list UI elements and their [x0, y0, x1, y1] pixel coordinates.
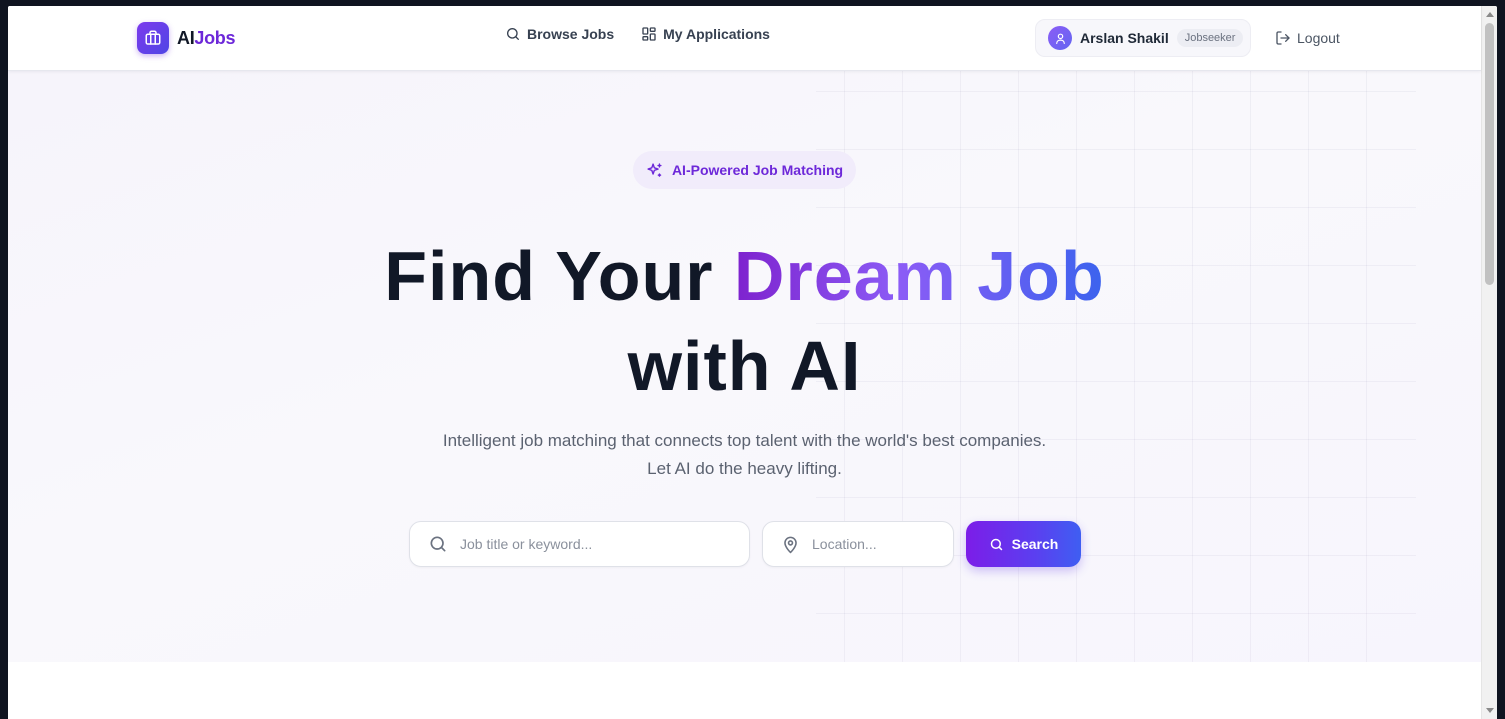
subtitle-line1: Intelligent job matching that connects t… — [442, 431, 1047, 450]
nav-my-applications-label: My Applications — [663, 26, 770, 42]
content-below-hero — [8, 662, 1481, 719]
user-icon — [1055, 33, 1065, 44]
search-icon — [430, 536, 446, 552]
user-name: Arslan Shakil — [1080, 30, 1169, 46]
main-nav: Browse Jobs My Applications — [505, 26, 797, 42]
search-button-label: Search — [1011, 536, 1059, 552]
hero-subtitle: Intelligent job matching that connects t… — [8, 427, 1481, 483]
logout-label: Logout — [1297, 30, 1340, 46]
ai-badge-label: AI-Powered Job Matching — [671, 162, 844, 178]
brand-logo[interactable]: AIJobs — [137, 22, 236, 54]
hero-headline: Find Your Dream Job with AI — [8, 231, 1481, 411]
vertical-scrollbar[interactable] — [1481, 6, 1497, 719]
sparkles-icon — [647, 162, 662, 177]
location-input[interactable] — [812, 536, 932, 552]
brand-name-ai: AI — [177, 27, 195, 48]
browser-window: AIJobs Browse Jobs My Applications Arsla… — [8, 6, 1497, 719]
scroll-up-arrow-icon[interactable] — [1486, 12, 1494, 17]
nav-browse-jobs-label: Browse Jobs — [527, 26, 615, 42]
location-search-field[interactable] — [762, 521, 954, 567]
user-menu[interactable]: Arslan Shakil Jobseeker — [1035, 19, 1251, 57]
top-navbar: AIJobs Browse Jobs My Applications Arsla… — [8, 6, 1481, 71]
map-pin-icon — [784, 536, 797, 553]
brand-name-jobs: Jobs — [194, 27, 236, 48]
search-icon — [990, 538, 1002, 550]
keyword-search-field[interactable] — [409, 521, 750, 567]
scroll-down-arrow-icon[interactable] — [1486, 708, 1494, 713]
scrollbar-thumb[interactable] — [1485, 23, 1494, 285]
briefcase-icon — [137, 22, 169, 54]
subtitle-line2: Let AI do the heavy lifting. — [647, 459, 842, 478]
role-badge: Jobseeker — [1176, 29, 1244, 47]
brand-name: AIJobs — [177, 27, 236, 49]
ai-badge: AI-Powered Job Matching — [633, 151, 856, 189]
grid-icon — [642, 27, 656, 41]
nav-my-applications[interactable]: My Applications — [641, 26, 770, 42]
avatar — [1048, 26, 1072, 50]
headline-highlight: Dream Job — [733, 237, 1105, 315]
keyword-input[interactable] — [460, 536, 710, 552]
hero-section: AI-Powered Job Matching Find Your Dream … — [8, 71, 1481, 662]
headline-part1: Find Your — [384, 237, 734, 315]
logout-icon — [1276, 31, 1290, 45]
search-icon — [507, 28, 519, 40]
headline-part2: with AI — [627, 327, 862, 405]
logout-button[interactable]: Logout — [1275, 30, 1340, 46]
search-button[interactable]: Search — [966, 521, 1081, 567]
nav-browse-jobs[interactable]: Browse Jobs — [505, 26, 614, 42]
